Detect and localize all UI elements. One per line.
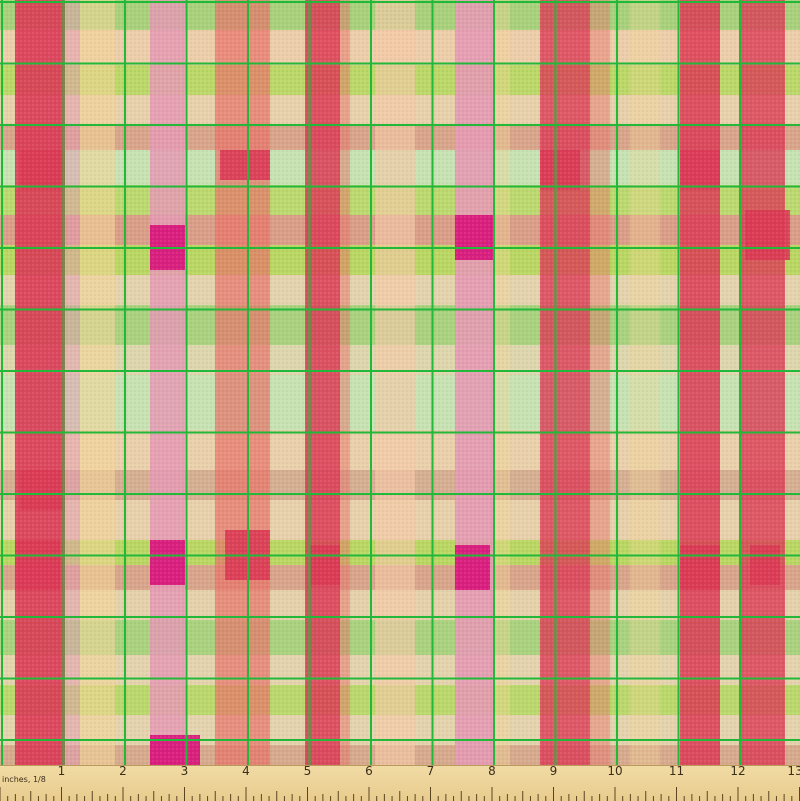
ruler-number: 7 [426,764,435,778]
ruler-number: 10 [607,764,623,778]
weave-texture [0,0,800,765]
ruler-number: 4 [242,764,250,778]
ruler-number: 13 [787,764,800,778]
fabric-swatch-image [0,0,800,765]
ruler-number: 9 [549,764,558,778]
inch-ruler: inches, 1/8 1 2 3 4 5 6 7 8 9 10 11 12 13 [0,764,800,801]
plaid-pattern [0,0,800,765]
ruler-number: 2 [119,764,127,778]
ruler-number: 12 [730,764,746,778]
ruler-number: 5 [303,764,312,778]
ruler-number: 8 [488,764,496,778]
ruler-number: 11 [668,764,685,778]
ruler-unit-label: inches, 1/8 [2,775,46,784]
ruler-number: 6 [365,764,373,778]
ruler-number: 1 [57,764,66,778]
ruler-number: 3 [180,764,189,778]
